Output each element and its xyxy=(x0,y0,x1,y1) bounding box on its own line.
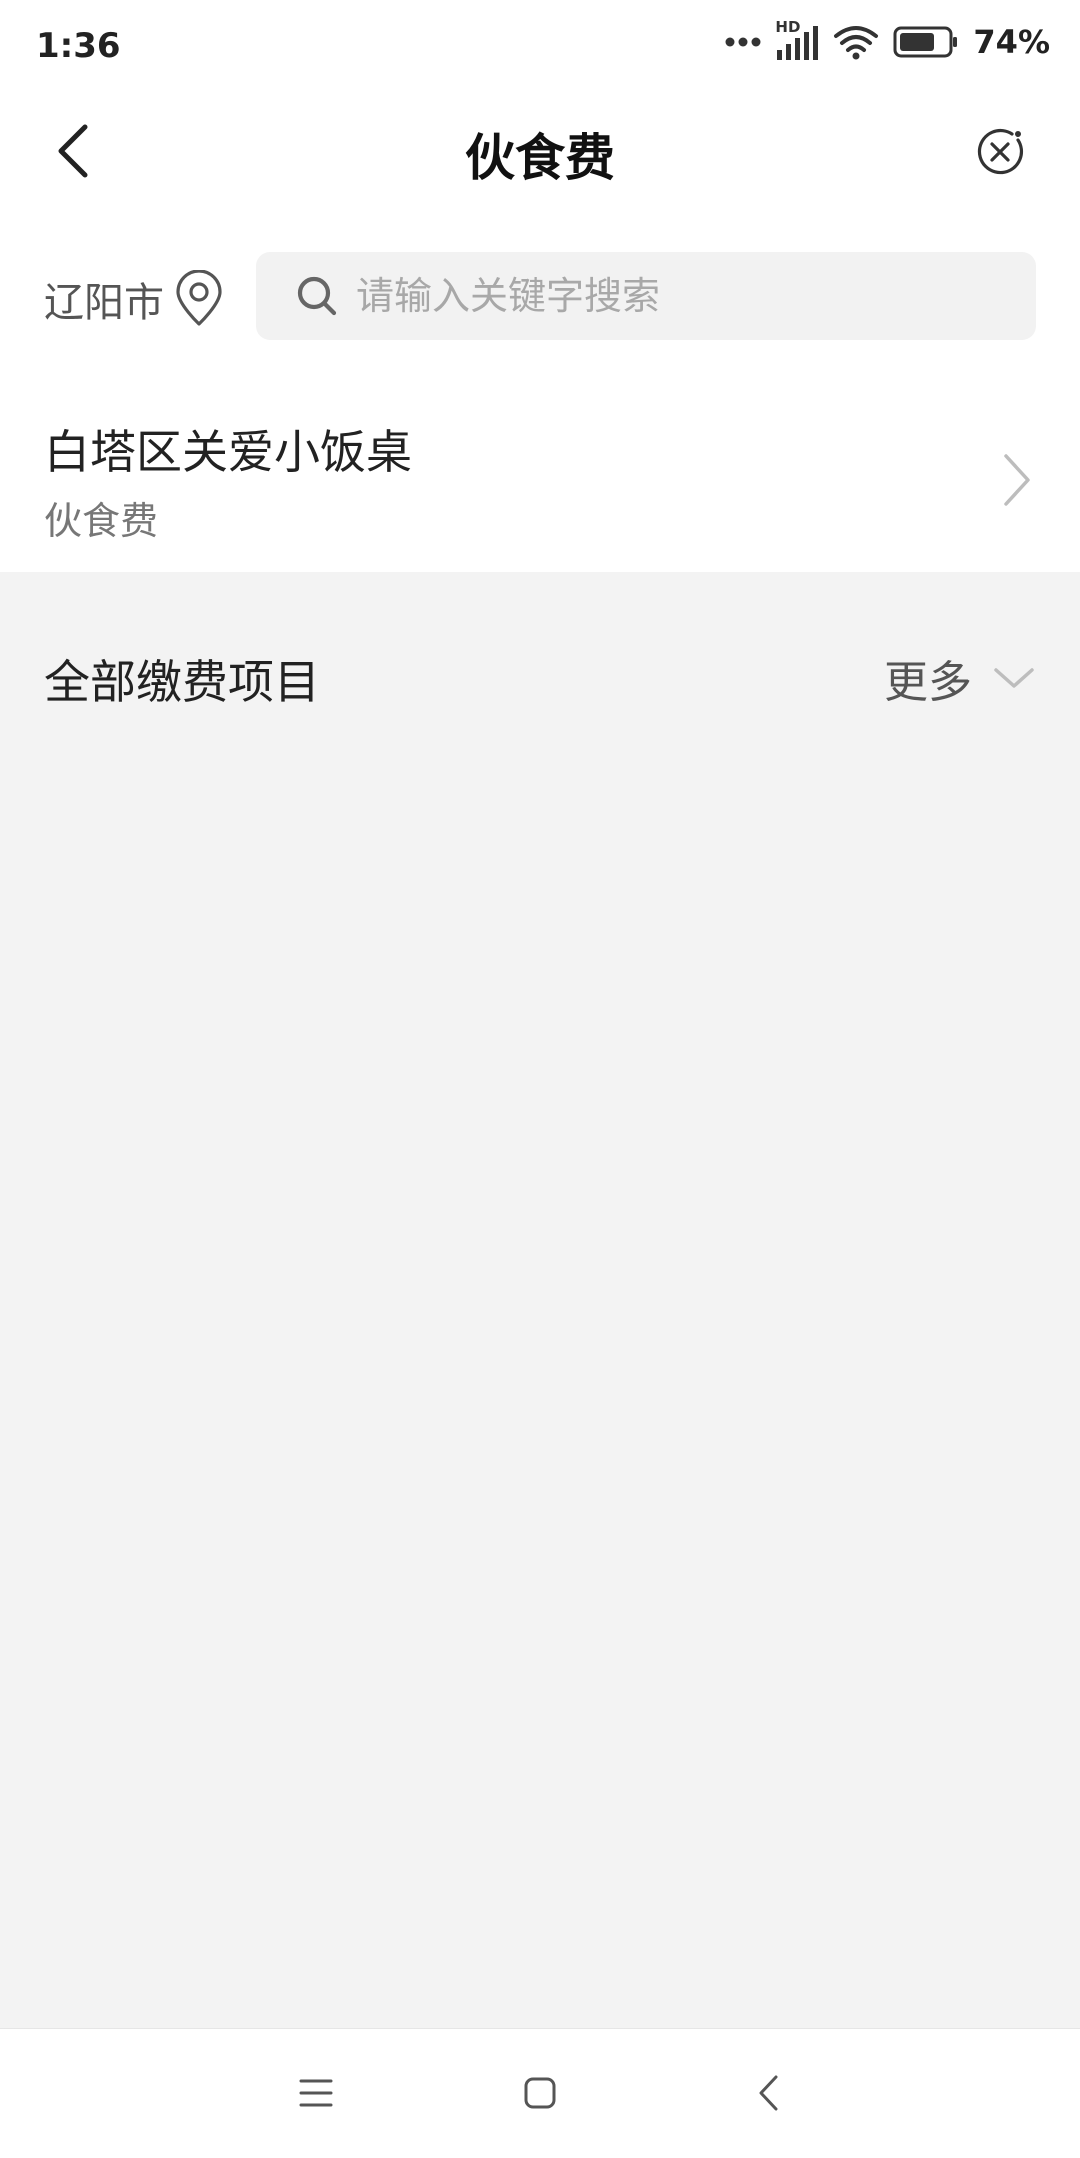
more-dots-icon xyxy=(725,37,761,47)
recent-apps-button[interactable] xyxy=(284,2061,348,2125)
more-button[interactable]: 更多 xyxy=(884,646,1036,710)
home-square-icon xyxy=(524,2077,556,2109)
home-button[interactable] xyxy=(508,2061,572,2125)
status-bar: 1:36 HD 74% xyxy=(0,0,1080,96)
result-title: 白塔区关爱小饭桌 xyxy=(44,425,412,479)
location-pin-icon xyxy=(176,270,222,326)
result-item[interactable]: 白塔区关爱小饭桌 伙食费 xyxy=(0,390,1080,572)
status-icons: HD 74% xyxy=(725,18,1050,62)
search-input[interactable] xyxy=(356,274,996,318)
battery-percent: 74% xyxy=(973,23,1050,61)
city-selector[interactable]: 辽阳市 xyxy=(44,270,224,328)
close-button[interactable] xyxy=(972,124,1028,180)
all-payment-items-header: 全部缴费项目 更多 xyxy=(0,620,1080,730)
screen: 1:36 HD 74% 伙食费 辽阳市 请输入关键字搜索 白塔区关爱小饭桌 伙食… xyxy=(0,0,1080,2158)
nav-back-button[interactable] xyxy=(736,2061,800,2125)
chevron-right-icon xyxy=(1004,454,1030,506)
city-name: 辽阳市 xyxy=(44,280,164,326)
search-box[interactable] xyxy=(256,252,1036,340)
system-nav-bar xyxy=(0,2028,1080,2158)
more-label: 更多 xyxy=(884,657,972,708)
chevron-down-icon xyxy=(994,668,1034,688)
signal-icon: HD xyxy=(775,18,819,62)
result-subtitle: 伙食费 xyxy=(44,499,159,543)
search-icon xyxy=(294,273,340,319)
menu-icon xyxy=(299,2079,333,2107)
close-circle-icon xyxy=(977,128,1024,175)
status-time: 1:36 xyxy=(36,26,121,66)
title-bar: 伙食费 xyxy=(0,96,1080,206)
battery-icon xyxy=(893,26,958,58)
back-triangle-icon xyxy=(759,2075,778,2111)
location-search-row: 辽阳市 xyxy=(0,252,1080,344)
wifi-icon xyxy=(834,26,879,60)
page-title: 伙食费 xyxy=(465,129,615,187)
section-title: 全部缴费项目 xyxy=(44,655,320,709)
